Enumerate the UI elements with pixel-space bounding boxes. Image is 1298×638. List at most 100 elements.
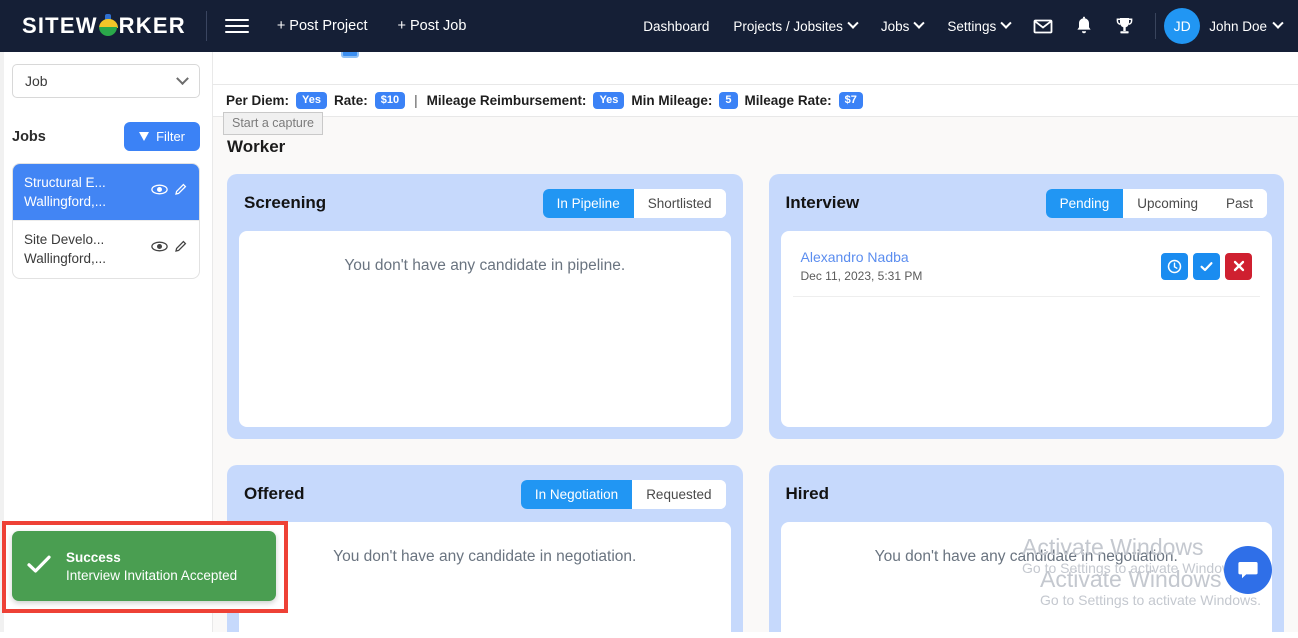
tab-upcoming[interactable]: Upcoming (1123, 188, 1212, 218)
trophy-icon[interactable] (1104, 16, 1145, 36)
accept-check-button[interactable] (1193, 252, 1220, 280)
stage-header: Screening In Pipeline Shortlisted (239, 186, 731, 220)
nav-item-settings[interactable]: Settings (935, 17, 1022, 34)
mileage-rate-label: Mileage Rate: (744, 93, 832, 108)
tab-shortlisted[interactable]: Shortlisted (633, 188, 726, 218)
entity-type-select-value: Job (25, 73, 48, 89)
main-content: Per Diem: Yes Rate: $10 | Mileage Reimbu… (213, 52, 1298, 638)
top-navigation-bar: SITEW RKER + Post Project + Post Job Das… (0, 0, 1298, 52)
cut-off-badge (341, 52, 359, 58)
tab-in-negotiation[interactable]: In Negotiation (520, 479, 633, 509)
post-project-button[interactable]: + Post Project (277, 18, 368, 34)
hamburger-menu-icon[interactable] (224, 19, 249, 33)
check-mark-icon (26, 553, 52, 580)
nav-item-projects-jobsites[interactable]: Projects / Jobsites (721, 17, 869, 34)
tab-pending[interactable]: Pending (1045, 188, 1124, 218)
logo-text-right: RKER (118, 13, 186, 38)
jobs-heading: Jobs (12, 128, 46, 145)
pencil-edit-icon[interactable] (173, 239, 188, 259)
job-list-item-1[interactable]: Site Develo... Wallingford,... (13, 220, 199, 277)
chevron-down-icon (176, 71, 189, 85)
candidate-name-link[interactable]: Alexandro Nadba (801, 249, 923, 265)
nav-separator (1155, 13, 1157, 39)
min-mileage-label: Min Mileage: (631, 93, 713, 108)
hired-empty-message: You don't have any candidate in negotiat… (874, 548, 1178, 565)
chevron-down-icon (847, 17, 859, 29)
user-menu[interactable]: John Doe (1209, 17, 1284, 34)
bar-separator: | (414, 93, 418, 108)
page-title: Worker (227, 137, 286, 156)
tab-in-pipeline[interactable]: In Pipeline (542, 188, 634, 218)
nav-item-jobs[interactable]: Jobs (869, 17, 936, 34)
nav-label-settings: Settings (947, 18, 997, 34)
nav-item-dashboard[interactable]: Dashboard (631, 19, 721, 34)
mail-icon[interactable] (1022, 16, 1064, 36)
offered-empty-message: You don't have any candidate in negotiat… (333, 548, 637, 565)
board-row-top: Screening In Pipeline Shortlisted You do… (227, 174, 1284, 439)
min-mileage-value-badge: 5 (719, 91, 738, 110)
candidate-pipeline-board: Screening In Pipeline Shortlisted You do… (213, 174, 1298, 638)
mileage-rate-value-badge: $7 (838, 91, 863, 110)
job-list-item-0[interactable]: Structural E... Wallingford,... (13, 164, 199, 221)
filter-button[interactable]: Filter (124, 122, 200, 151)
stage-header: Hired (781, 477, 1273, 511)
logo-text: SITEW RKER (22, 13, 186, 38)
tab-requested[interactable]: Requested (632, 479, 726, 509)
per-diem-value-badge: Yes (296, 91, 327, 110)
bell-icon[interactable] (1064, 16, 1104, 36)
interview-body: Alexandro Nadba Dec 11, 2023, 5:31 PM (780, 231, 1272, 427)
job-item-text: Site Develo... Wallingford,... (24, 230, 106, 268)
post-job-button[interactable]: + Post Job (397, 18, 466, 34)
entity-type-select[interactable]: Job (12, 64, 200, 98)
screening-body: You don't have any candidate in pipeline… (239, 231, 731, 427)
jobs-header-row: Jobs Filter (12, 122, 200, 151)
offered-body: You don't have any candidate in negotiat… (239, 522, 731, 638)
board-row-bottom: Offered In Negotiation Requested You don… (227, 465, 1284, 638)
nav-divider (205, 11, 207, 41)
mileage-reimbursement-value-badge: Yes (593, 91, 625, 110)
eye-icon[interactable] (151, 183, 168, 201)
stage-card-screening: Screening In Pipeline Shortlisted You do… (227, 174, 743, 439)
job-item-location: Wallingford,... (24, 194, 107, 210)
chat-bubble-icon[interactable] (1224, 546, 1272, 594)
toast-title: Success (66, 549, 121, 565)
user-name-label: John Doe (1209, 18, 1267, 34)
job-item-text: Structural E... Wallingford,... (24, 173, 106, 211)
success-toast[interactable]: Success Interview Invitation Accepted (12, 531, 276, 601)
tab-past[interactable]: Past (1211, 188, 1267, 218)
eye-icon[interactable] (151, 240, 168, 258)
job-item-actions (151, 182, 188, 202)
nav-label-projects-jobsites: Projects / Jobsites (733, 18, 843, 34)
avatar[interactable]: JD (1164, 8, 1201, 44)
stage-card-interview: Interview Pending Upcoming Past Alexandr… (768, 174, 1284, 439)
stage-card-offered: Offered In Negotiation Requested You don… (227, 465, 743, 638)
pencil-edit-icon[interactable] (173, 182, 188, 202)
nav-quick-actions: + Post Project + Post Job (277, 18, 467, 34)
screening-tab-group: In Pipeline Shortlisted (542, 188, 726, 218)
app-root: SITEW RKER + Post Project + Post Job Das… (0, 0, 1298, 638)
logo-text-left: SITEW (22, 13, 98, 38)
job-item-title: Site Develo... (24, 232, 105, 248)
job-compensation-bar: Per Diem: Yes Rate: $10 | Mileage Reimbu… (213, 85, 1298, 117)
chevron-down-icon (913, 17, 926, 29)
reschedule-clock-button[interactable] (1161, 252, 1188, 280)
stage-title-hired: Hired (785, 484, 829, 503)
filter-funnel-icon (139, 132, 150, 141)
stage-title-screening: Screening (244, 193, 327, 212)
chevron-down-icon (1272, 17, 1284, 29)
brand-logo[interactable]: SITEW RKER (0, 13, 186, 38)
job-item-title: Structural E... (24, 175, 106, 190)
candidate-interview-datetime: Dec 11, 2023, 5:31 PM (800, 269, 923, 283)
filter-button-label: Filter (156, 129, 185, 144)
nav-label-dashboard: Dashboard (643, 18, 710, 34)
nav-label-jobs: Jobs (880, 18, 910, 34)
candidate-action-buttons (1161, 252, 1252, 280)
hardhat-worker-icon (98, 13, 118, 36)
mileage-reimbursement-label: Mileage Reimbursement: (426, 93, 587, 108)
job-item-location: Wallingford,... (24, 251, 107, 267)
nav-right-group: Dashboard Projects / Jobsites Jobs Setti… (631, 8, 1298, 44)
decline-close-button[interactable] (1225, 252, 1252, 280)
candidate-row: Alexandro Nadba Dec 11, 2023, 5:31 PM (792, 245, 1260, 297)
hired-body: You don't have any candidate in negotiat… (780, 522, 1272, 638)
candidate-info: Alexandro Nadba Dec 11, 2023, 5:31 PM (801, 249, 923, 283)
